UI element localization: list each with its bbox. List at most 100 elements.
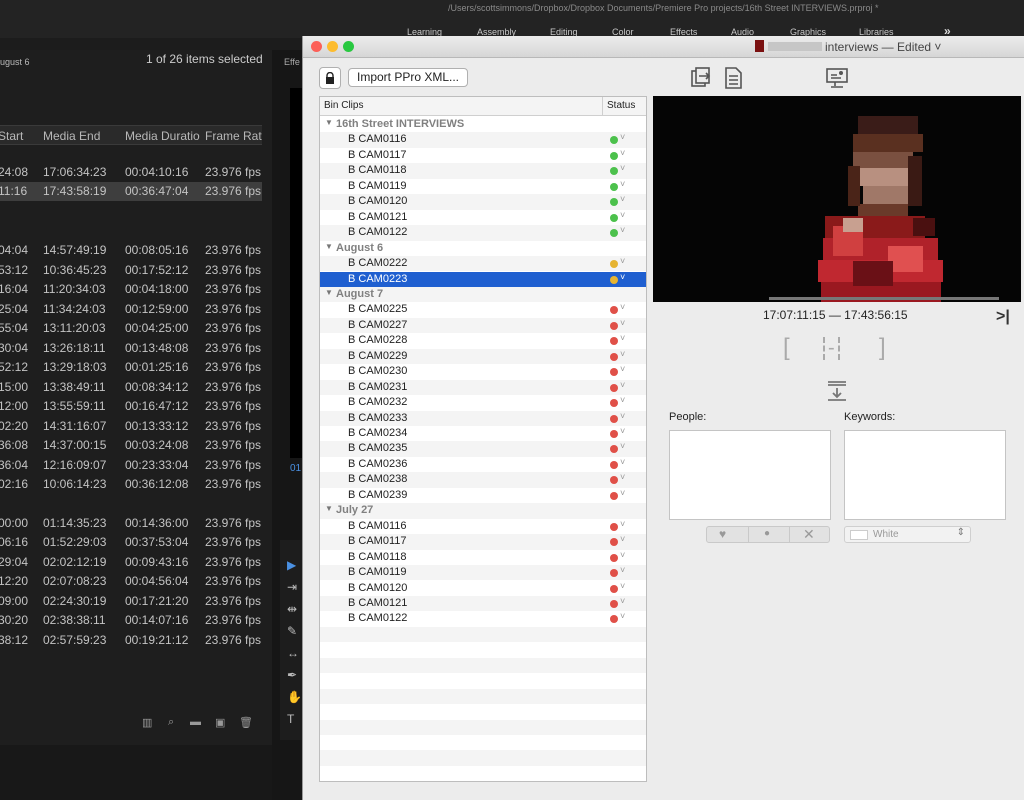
bin-clip-row[interactable]: B CAM0232 ˅ [320, 395, 646, 410]
close-button[interactable] [311, 41, 322, 52]
status-dot[interactable] [610, 615, 618, 624]
project-row[interactable]: 36:04 12:16:09:07 00:23:33:04 23.976 fps [0, 456, 262, 475]
bin-clip-row[interactable]: B CAM0235 ˅ [320, 441, 646, 457]
status-chevron-icon[interactable]: ˅ [620, 163, 625, 173]
mark-in-button[interactable]: [ [783, 334, 790, 362]
keywords-field[interactable] [844, 430, 1006, 520]
project-row[interactable]: 36:08 14:37:00:15 00:03:24:08 23.976 fps [0, 436, 262, 455]
project-row[interactable]: 38:12 02:57:59:23 00:19:21:12 23.976 fps [0, 631, 262, 650]
status-chevron-icon[interactable]: ˅ [620, 148, 625, 158]
bin-clip-row[interactable]: B CAM0117 ˅ [320, 534, 646, 550]
status-chevron-icon[interactable]: ˅ [620, 411, 625, 421]
status-dot[interactable] [610, 229, 618, 238]
project-panel-tab[interactable]: ugust 6 [0, 57, 30, 67]
status-chevron-icon[interactable]: ˅ [620, 194, 625, 204]
status-chevron-icon[interactable]: ˅ [620, 488, 625, 498]
bin-clip-row[interactable]: B CAM0230 ˅ [320, 364, 646, 379]
status-dot[interactable] [610, 445, 618, 454]
document-icon[interactable] [721, 66, 745, 90]
bin-clip-row[interactable]: B CAM0236 ˅ [320, 457, 646, 472]
status-chevron-icon[interactable]: ˅ [620, 534, 625, 544]
project-row[interactable]: 02:16 10:06:14:23 00:36:12:08 23.976 fps [0, 475, 262, 494]
bin-clip-row[interactable]: B CAM0116 ˅ [320, 519, 646, 534]
status-dot[interactable] [610, 352, 618, 361]
project-row[interactable]: 12:20 02:07:08:23 00:04:56:04 23.976 fps [0, 572, 262, 591]
status-chevron-icon[interactable]: ˅ [620, 395, 625, 405]
status-chevron-icon[interactable]: ˅ [620, 581, 625, 591]
color-label-select[interactable]: White ⇕ [844, 526, 971, 543]
status-dot[interactable] [610, 399, 618, 408]
status-dot[interactable] [610, 569, 618, 578]
project-row[interactable]: 52:12 13:29:18:03 00:01:25:16 23.976 fps [0, 358, 262, 377]
status-chevron-icon[interactable]: ˅ [620, 457, 625, 467]
bin-group-row[interactable]: ▼ August 7 [320, 286, 646, 303]
status-dot[interactable] [610, 151, 618, 160]
status-dot[interactable] [610, 275, 618, 284]
bin-clip-row[interactable]: B CAM0223 ˅ [320, 271, 646, 287]
bin-clip-row[interactable]: B CAM0122 ˅ [320, 611, 646, 626]
bin-clip-row[interactable]: B CAM0222 ˅ [320, 256, 646, 272]
disclosure-triangle-icon[interactable]: ▼ [325, 118, 333, 127]
status-chevron-icon[interactable]: ˅ [620, 550, 625, 560]
bin-clip-row[interactable]: B CAM0228 ˅ [320, 333, 646, 348]
insert-marker-icon[interactable] [825, 379, 849, 403]
status-dot[interactable] [610, 198, 618, 207]
playback-scrubber[interactable] [769, 297, 999, 300]
status-dot[interactable] [610, 182, 618, 191]
project-row[interactable]: 09:00 02:24:30:19 00:17:21:20 23.976 fps [0, 592, 262, 611]
new-item-icon[interactable]: ▣ [215, 716, 225, 729]
project-row[interactable]: 00:00 01:14:35:23 00:14:36:00 23.976 fps [0, 514, 262, 533]
heart-icon[interactable]: ♥ [719, 527, 726, 541]
bin-clip-row[interactable]: B CAM0121 ˅ [320, 595, 646, 612]
bin-view-icon[interactable]: ▥ [142, 716, 152, 729]
status-dot[interactable] [610, 599, 618, 608]
bin-clip-row[interactable]: B CAM0122 ˅ [320, 225, 646, 241]
bin-clips-list[interactable]: Bin Clips Status ▼ 16th Street INTERVIEWS… [319, 96, 647, 782]
status-dot[interactable] [610, 538, 618, 547]
mark-clip-button[interactable]: - [823, 337, 840, 360]
type-tool-icon[interactable]: T [287, 712, 294, 726]
bin-clip-row[interactable]: B CAM0121 ˅ [320, 210, 646, 225]
status-chevron-icon[interactable]: ˅ [620, 272, 625, 282]
bin-clip-row[interactable]: B CAM0118 ˅ [320, 550, 646, 565]
window-title[interactable]: interviews — Edited ˅ [825, 40, 941, 54]
column-frame-rate[interactable]: Frame Rat [205, 129, 262, 143]
disclosure-triangle-icon[interactable]: ▼ [325, 242, 333, 251]
status-chevron-icon[interactable]: ˅ [620, 596, 625, 606]
bin-clip-row[interactable]: B CAM0116 ˅ [320, 132, 646, 148]
bin-clip-row[interactable]: B CAM0120 ˅ [320, 581, 646, 596]
status-dot[interactable] [610, 306, 618, 315]
status-dot[interactable] [610, 167, 618, 176]
status-dot[interactable] [610, 383, 618, 392]
status-dot[interactable] [610, 321, 618, 330]
search-icon[interactable]: ⌕ [168, 716, 174, 729]
lock-button[interactable] [319, 67, 341, 89]
column-start[interactable]: Start [0, 129, 23, 143]
status-dot[interactable] [610, 430, 618, 438]
people-field[interactable] [669, 430, 831, 520]
export-xml-icon[interactable] [689, 66, 713, 90]
status-dot[interactable] [610, 414, 618, 423]
bin-clip-row[interactable]: B CAM0239 ˅ [320, 488, 646, 503]
column-media-end[interactable]: Media End [43, 129, 100, 143]
project-row[interactable]: 30:20 02:38:38:11 00:14:07:16 23.976 fps [0, 611, 262, 630]
bin-clip-row[interactable]: B CAM0225 ˅ [320, 302, 646, 317]
project-row[interactable]: 29:04 02:02:12:19 00:09:43:16 23.976 fps [0, 553, 262, 572]
bin-clip-row[interactable]: B CAM0119 ˅ [320, 565, 646, 581]
status-dot[interactable] [610, 553, 618, 562]
status-dot[interactable] [610, 522, 618, 531]
pen-icon[interactable]: ✒ [287, 668, 297, 682]
bin-clip-row[interactable]: B CAM0229 ˅ [320, 348, 646, 365]
hand-icon[interactable]: ✋ [287, 690, 302, 704]
project-row[interactable]: 11:16 17:43:58:19 00:36:47:04 23.976 fps [0, 182, 262, 201]
status-dot[interactable] [610, 260, 618, 269]
project-row[interactable]: 02:20 14:31:16:07 00:13:33:12 23.976 fps [0, 417, 262, 436]
status-chevron-icon[interactable]: ˅ [620, 302, 625, 312]
project-row[interactable]: 16:04 11:20:34:03 00:04:18:00 23.976 fps [0, 280, 262, 299]
import-ppro-xml-button[interactable]: Import PPro XML... [348, 68, 468, 87]
status-chevron-icon[interactable]: ˅ [620, 210, 625, 220]
status-chevron-icon[interactable]: ˅ [620, 318, 625, 328]
project-row[interactable]: 24:08 17:06:34:23 00:04:10:16 23.976 fps [0, 163, 262, 182]
project-row[interactable]: 04:04 14:57:49:19 00:08:05:16 23.976 fps [0, 241, 262, 260]
bin-clip-row[interactable]: B CAM0118 ˅ [320, 163, 646, 179]
